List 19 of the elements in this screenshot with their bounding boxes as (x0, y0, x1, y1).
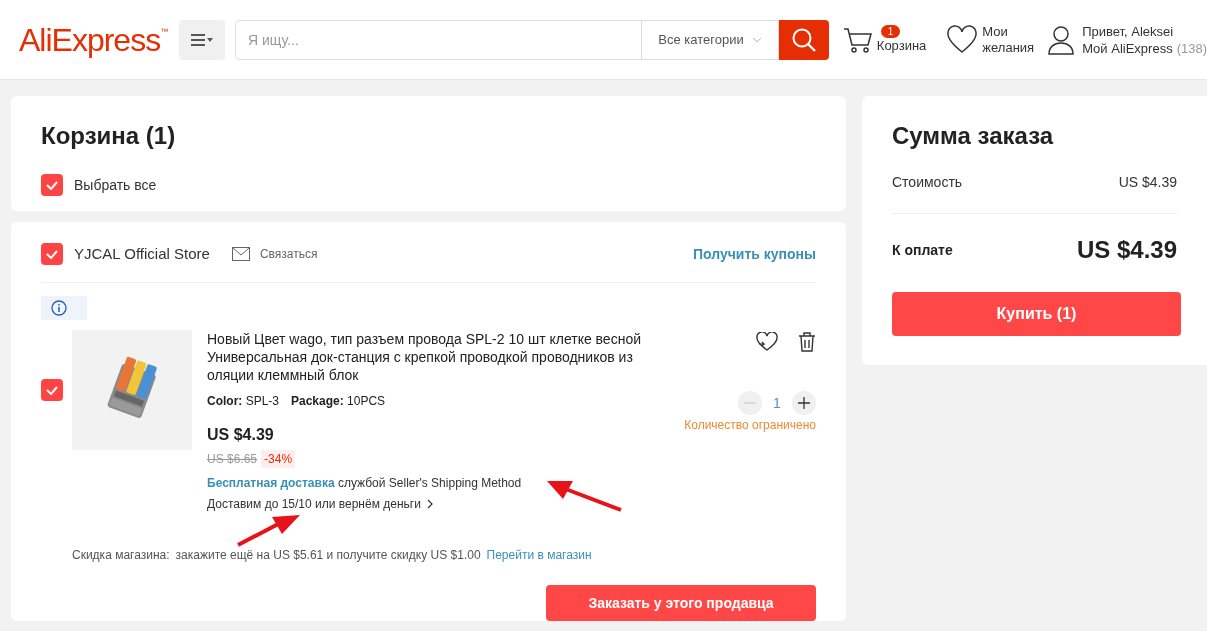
product-option: Color: SPL-3 (207, 392, 279, 415)
original-price: US $6.65 (207, 451, 258, 468)
cart-count-badge: 1 (880, 25, 901, 38)
quantity-limit-note: Количество ограничено (684, 417, 816, 434)
price: US $4.39 (207, 425, 274, 445)
cost-label: Стоимость (892, 173, 963, 192)
total-label: К оплате (892, 240, 953, 260)
cost-value: US $4.39 (1118, 173, 1177, 192)
total-value: US $4.39 (1076, 235, 1177, 265)
promo-text: закажите ещё на US $5.61 и получите скидку US $1.00 (175, 547, 481, 564)
cart-title: Корзина (1) (41, 121, 177, 151)
message-count: (138) (1176, 39, 1207, 57)
shipping-text: Бесплатная доставка службой Seller's Shipping Method (207, 475, 523, 492)
summary-title: Сумма заказа (892, 121, 1055, 151)
greeting-text: Привет, Aleksei (1082, 22, 1175, 40)
promo-label: Скидка магазина: (72, 547, 170, 564)
trademark-mark: ™ (160, 25, 169, 38)
discount-badge: -34% (261, 450, 296, 468)
product-option: Package: 10PCS (291, 392, 386, 415)
